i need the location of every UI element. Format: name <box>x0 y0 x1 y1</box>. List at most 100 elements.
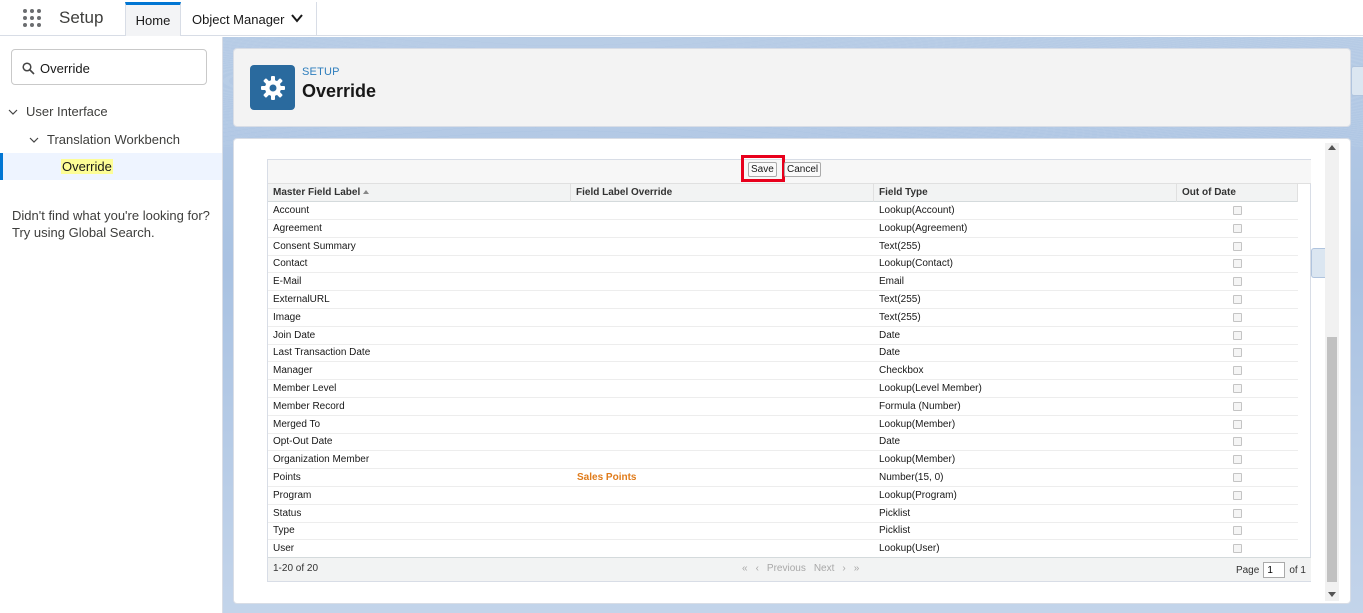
table-row: Image Text(255) <box>268 309 1298 327</box>
tab-object-manager[interactable]: Object Manager <box>181 2 317 36</box>
cell-field-type: Date <box>879 436 901 448</box>
page-number-input[interactable] <box>1263 562 1286 578</box>
cell-field-type: Checkbox <box>879 365 924 377</box>
chevron-down-icon[interactable] <box>29 135 39 145</box>
out-of-date-checkbox[interactable] <box>1233 348 1242 358</box>
table-row: Status Picklist <box>268 505 1298 523</box>
cell-field-type: Text(255) <box>879 311 921 323</box>
previous-link[interactable]: Previous <box>767 563 806 574</box>
tab-home-label: Home <box>135 13 171 28</box>
out-of-date-checkbox[interactable] <box>1233 508 1242 518</box>
search-icon <box>22 62 35 75</box>
column-header-master-field-label[interactable]: Master Field Label <box>268 184 571 202</box>
cell-field-type: Formula (Number) <box>879 400 961 412</box>
app-launcher-icon[interactable] <box>23 9 43 29</box>
out-of-date-checkbox[interactable] <box>1233 419 1242 429</box>
table-row: Program Lookup(Program) <box>268 487 1298 505</box>
out-of-date-checkbox[interactable] <box>1233 473 1242 482</box>
cell-master-field-label: Member Level <box>273 383 337 394</box>
cell-field-type: Text(255) <box>879 294 921 305</box>
gear-icon <box>250 65 295 110</box>
out-of-date-checkbox[interactable] <box>1233 241 1242 251</box>
out-of-date-checkbox[interactable] <box>1233 206 1242 215</box>
page-total-label: of 1 <box>1289 564 1306 576</box>
page-title: Override <box>302 81 377 101</box>
tree-item-override[interactable]: Override <box>0 153 222 180</box>
cell-field-type: Lookup(Agreement) <box>879 222 968 234</box>
column-header-field-label-override[interactable]: Field Label Override <box>571 184 874 202</box>
out-of-date-checkbox[interactable] <box>1233 277 1242 287</box>
column-header-field-type[interactable]: Field Type <box>874 184 1177 202</box>
column-header-out-of-date[interactable]: Out of Date <box>1177 184 1298 202</box>
next-link[interactable]: Next <box>814 563 835 574</box>
next-page-icon[interactable]: › <box>842 563 845 574</box>
out-of-date-checkbox[interactable] <box>1233 223 1242 233</box>
chevron-down-icon[interactable] <box>8 107 18 117</box>
out-of-date-checkbox[interactable] <box>1233 401 1242 411</box>
cell-master-field-label: Consent Summary <box>273 240 356 252</box>
out-of-date-checkbox[interactable] <box>1233 490 1242 500</box>
last-page-icon[interactable]: » <box>854 563 860 574</box>
tree-item-label: Override <box>61 159 113 174</box>
panel-toggle-handle[interactable] <box>1351 66 1363 96</box>
out-of-date-checkbox[interactable] <box>1233 312 1242 322</box>
pagination-bar: 1-20 of 20 « ‹ Previous Next › » Page of… <box>268 557 1311 581</box>
table-row: Merged To Lookup(Member) <box>268 416 1298 434</box>
scroll-thumb[interactable] <box>1327 337 1337 582</box>
chevron-down-icon[interactable] <box>290 11 304 25</box>
table-row: Agreement Lookup(Agreement) <box>268 220 1298 238</box>
cell-master-field-label: User <box>273 543 295 555</box>
tree-item-user-interface[interactable]: User Interface <box>8 104 108 119</box>
out-of-date-checkbox[interactable] <box>1233 366 1242 376</box>
button-bar: Save Cancel <box>268 155 1311 184</box>
table-row: Consent Summary Text(255) <box>268 238 1298 256</box>
cell-field-type: Picklist <box>879 507 911 519</box>
out-of-date-checkbox[interactable] <box>1233 544 1242 554</box>
cell-field-type: Lookup(User) <box>879 543 940 555</box>
table-row: Points Sales Points Number(15, 0) <box>268 469 1298 487</box>
first-page-icon[interactable]: « <box>742 563 748 574</box>
out-of-date-checkbox[interactable] <box>1233 295 1242 304</box>
column-header-label: Master Field Label <box>273 187 361 198</box>
cell-master-field-label: Program <box>273 489 312 501</box>
breadcrumb[interactable]: SETUP <box>302 66 340 78</box>
table-row: Join Date Date <box>268 327 1298 345</box>
cell-field-type: Lookup(Level Member) <box>879 383 982 394</box>
cell-field-label-override[interactable]: Sales Points <box>577 469 636 487</box>
previous-page-icon[interactable]: ‹ <box>756 563 759 574</box>
scroll-up-icon[interactable] <box>1328 145 1336 150</box>
page-selector: Page of 1 <box>1236 562 1306 578</box>
tree-item-label: Translation Workbench <box>47 132 180 147</box>
cell-master-field-label: Status <box>273 507 302 519</box>
column-header-label: Out of Date <box>1182 187 1236 198</box>
pager: « ‹ Previous Next › » <box>738 563 863 574</box>
out-of-date-checkbox[interactable] <box>1233 437 1242 447</box>
cell-master-field-label: Points <box>273 472 301 483</box>
vertical-scrollbar[interactable] <box>1325 143 1339 601</box>
record-count: 1-20 of 20 <box>273 563 319 574</box>
cell-field-type: Lookup(Account) <box>879 205 955 216</box>
out-of-date-checkbox[interactable] <box>1233 259 1242 269</box>
table-row: Contact Lookup(Contact) <box>268 255 1298 274</box>
table-row: Member Record Formula (Number) <box>268 398 1298 416</box>
cancel-button[interactable]: Cancel <box>784 162 822 177</box>
cell-field-type: Lookup(Contact) <box>879 258 953 270</box>
out-of-date-checkbox[interactable] <box>1233 330 1242 340</box>
collapse-panel-handle[interactable] <box>1311 248 1325 278</box>
quick-find-box[interactable] <box>11 49 207 85</box>
setup-sidebar: User Interface Translation Workbench Ove… <box>0 37 223 613</box>
tree-item-label: User Interface <box>26 104 108 119</box>
out-of-date-checkbox[interactable] <box>1233 384 1242 393</box>
tree-item-translation-workbench[interactable]: Translation Workbench <box>29 132 180 147</box>
table-row: E-Mail Email <box>268 273 1298 292</box>
out-of-date-checkbox[interactable] <box>1233 526 1242 536</box>
content-card: Save Cancel Master Field Label Field Lab… <box>233 138 1351 604</box>
table-row: User Lookup(User) <box>268 540 1298 559</box>
tab-home[interactable]: Home <box>125 2 181 36</box>
out-of-date-checkbox[interactable] <box>1233 455 1242 465</box>
quick-find-input[interactable] <box>40 58 200 78</box>
save-button[interactable]: Save <box>748 162 777 177</box>
cell-field-type: Lookup(Member) <box>879 454 956 466</box>
table-row: Manager Checkbox <box>268 362 1298 381</box>
scroll-down-icon[interactable] <box>1328 592 1336 597</box>
